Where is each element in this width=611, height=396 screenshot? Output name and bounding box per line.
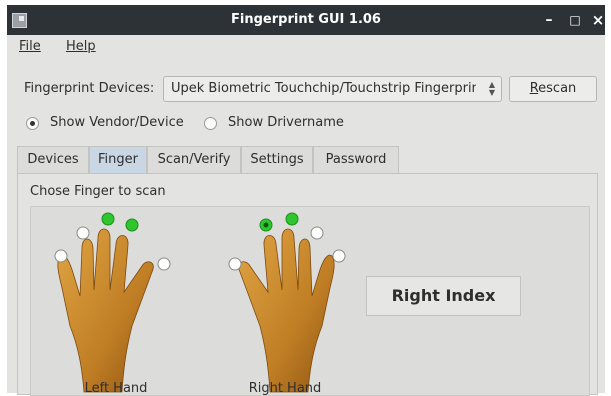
left-thumb-indicator[interactable] <box>157 257 171 271</box>
right-ring-indicator[interactable] <box>310 226 324 240</box>
right-hand-label: Right Hand <box>248 381 322 396</box>
left-pinky-indicator[interactable] <box>54 249 68 263</box>
right-hand-image <box>238 228 335 393</box>
left-hand-image <box>57 228 154 393</box>
left-index-indicator[interactable] <box>125 218 139 232</box>
right-middle-indicator[interactable] <box>285 212 299 226</box>
selected-finger-display: Right Index <box>366 276 521 316</box>
right-thumb-indicator[interactable] <box>228 257 242 271</box>
left-hand-label: Left Hand <box>84 381 148 396</box>
right-pinky-indicator[interactable] <box>332 249 346 263</box>
selected-finger-marker <box>263 222 269 228</box>
hands-svg <box>54 212 346 393</box>
left-middle-indicator[interactable] <box>101 212 115 226</box>
left-ring-indicator[interactable] <box>76 226 90 240</box>
